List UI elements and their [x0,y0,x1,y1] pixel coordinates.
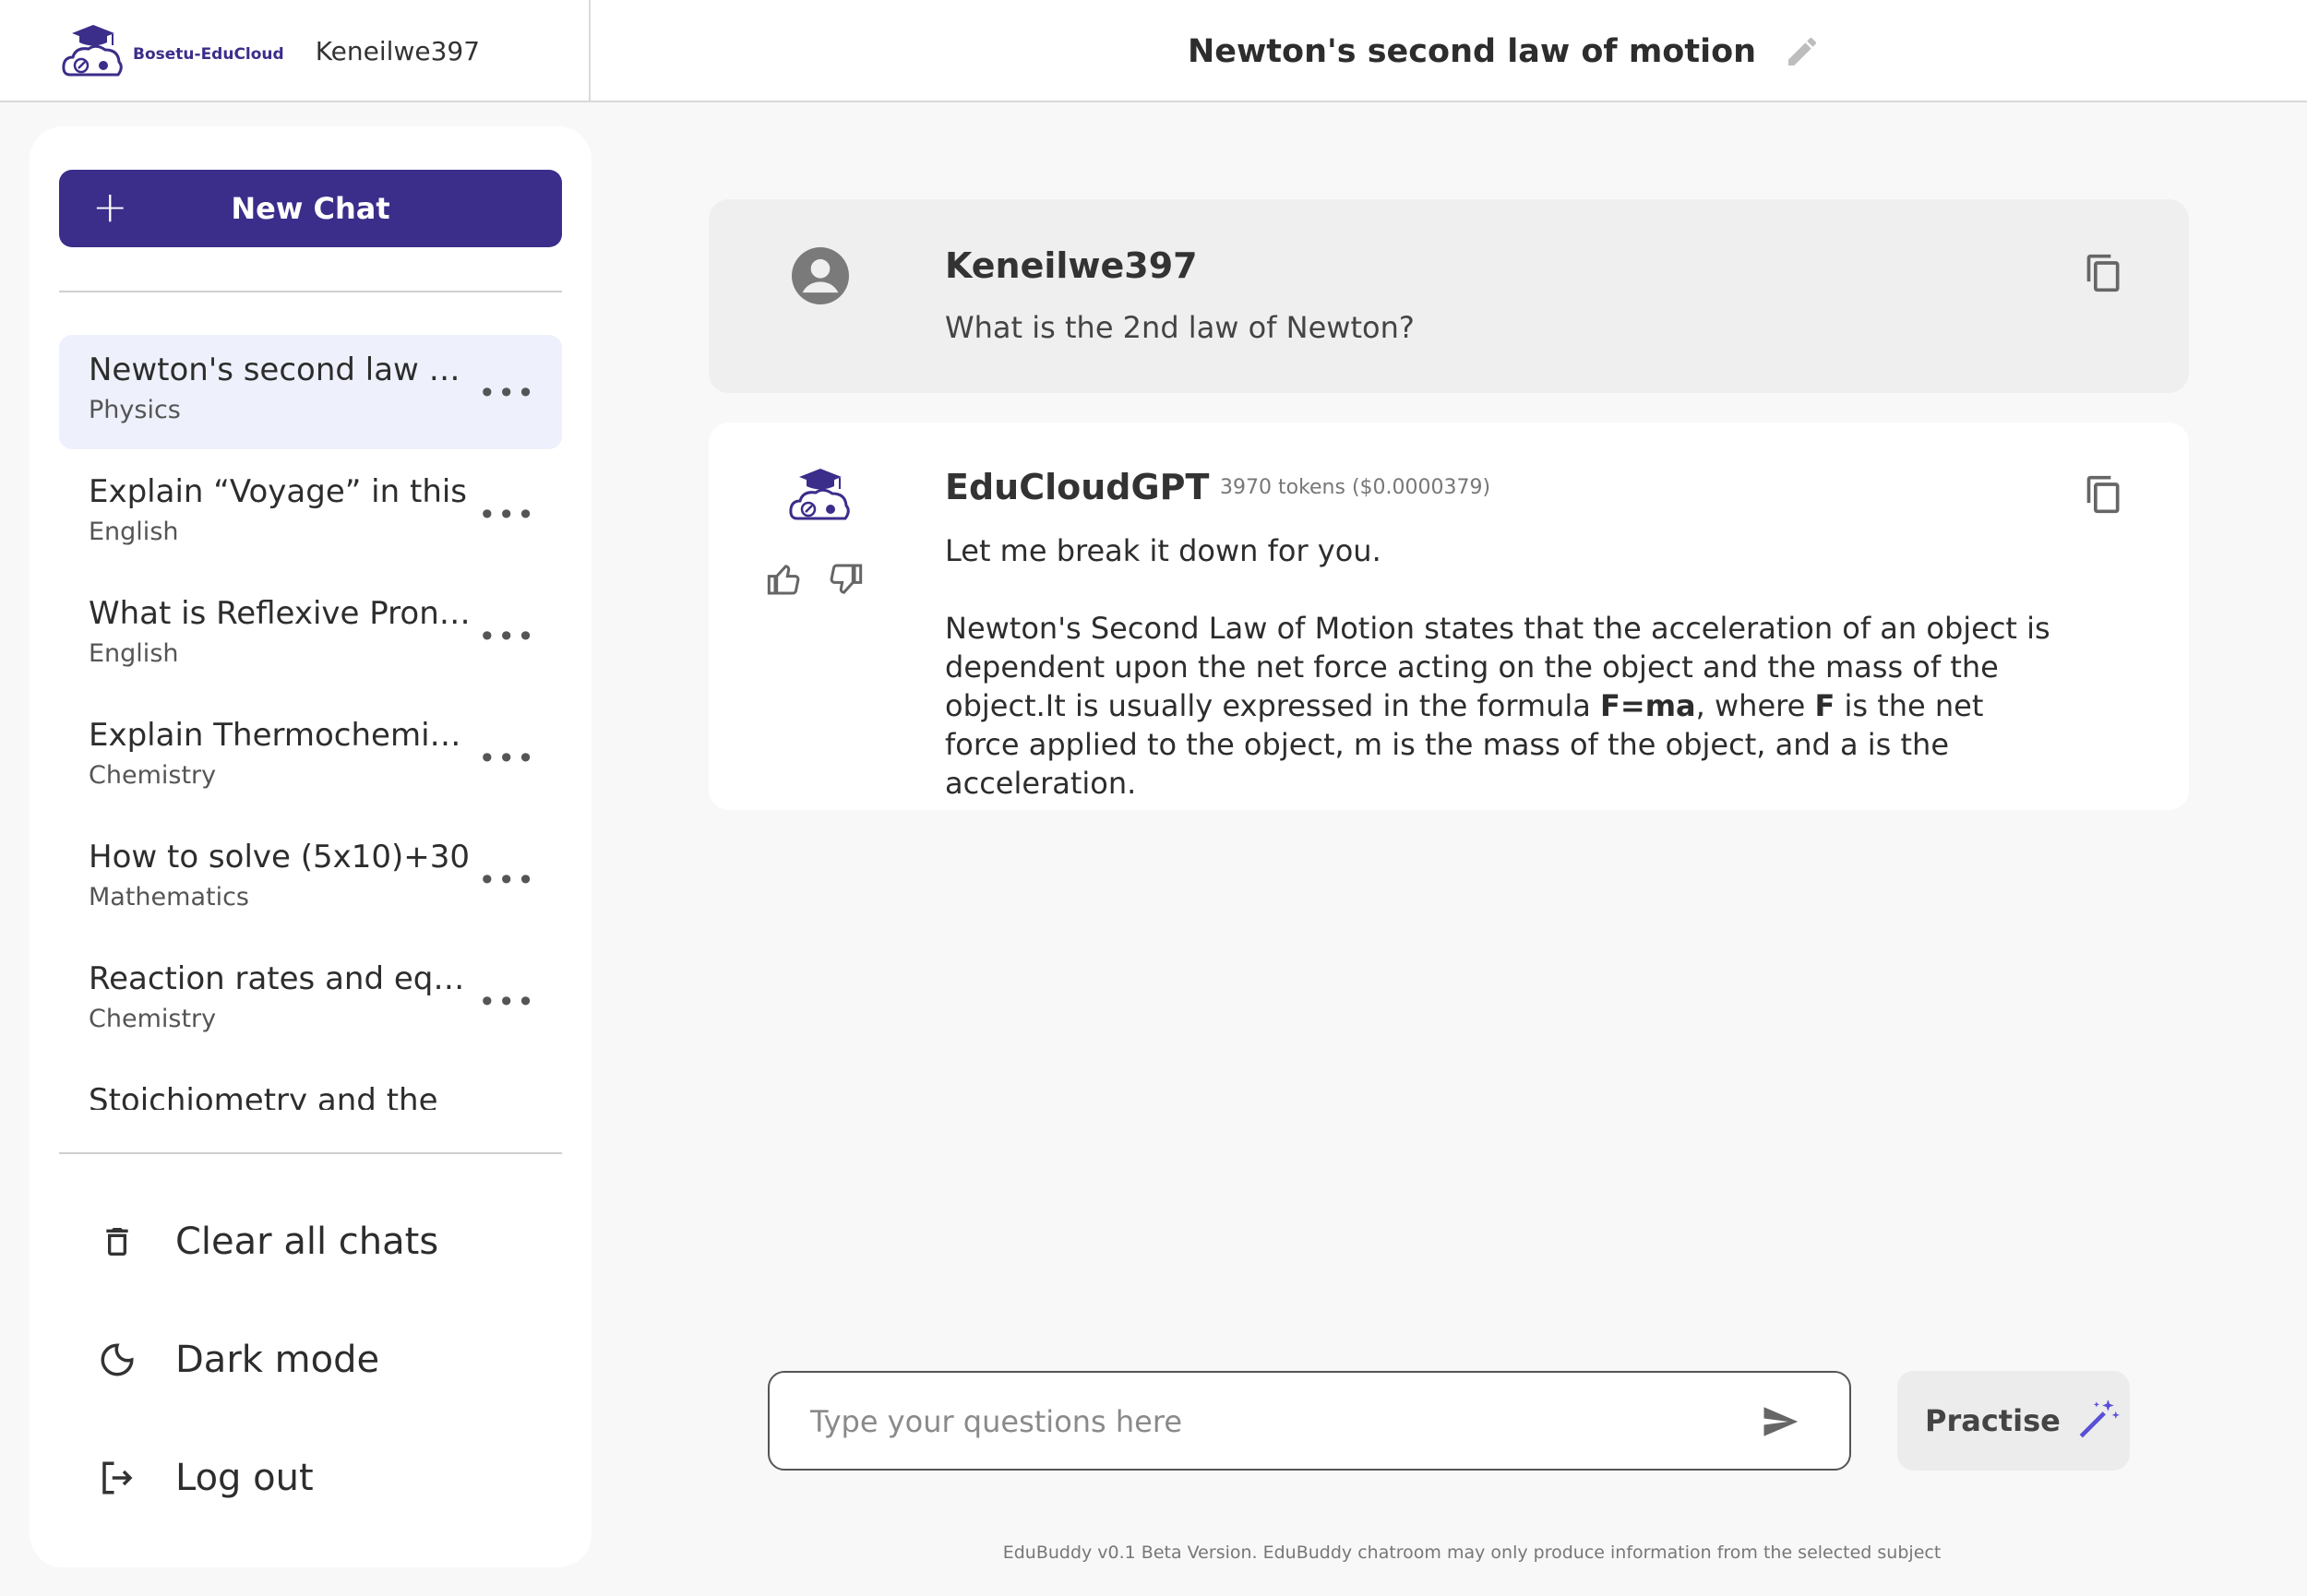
chat-history-list[interactable]: Newton's second law of motion Physics ••… [59,335,562,1110]
log-out-label: Log out [175,1457,314,1499]
new-chat-label: New Chat [231,191,390,226]
dark-mode-toggle[interactable]: Dark mode [94,1337,379,1383]
logout-icon [94,1455,140,1501]
message-author: EduCloudGPT [945,467,1210,507]
assistant-intro: Let me break it down for you. [945,533,1381,568]
copy-button[interactable] [2084,472,2124,520]
sidebar-divider [59,1152,562,1154]
chat-history-item[interactable]: Explain “Voyage” in this English ••• [59,457,562,571]
user-message-text: What is the 2nd law of Newton? [945,310,1415,345]
more-options-icon[interactable]: ••• [478,375,536,411]
user-avatar-icon [792,247,849,308]
thumbs-down-button[interactable] [827,561,864,601]
educloud-logo-icon [62,24,123,76]
assistant-explanation: Newton's Second Law of Motion states tha… [945,611,2050,801]
assistant-message-text: Let me break it down for you. Newton's S… [945,531,2052,841]
more-options-icon[interactable]: ••• [478,863,536,898]
plus-icon: + [92,182,128,232]
moon-icon [94,1337,140,1383]
chat-item-title: Explain “Voyage” in this [89,473,468,510]
chat-item-title: Explain Thermochemistry [89,717,476,754]
user-message: Keneilwe397 What is the 2nd law of Newto… [709,199,2189,393]
chat-title: Newton's second law of motion [1187,32,1757,70]
force-symbol: F [1814,688,1835,723]
header-brand-area: Bosetu-EduCloud Keneilwe397 [0,0,591,102]
app-logo[interactable]: Bosetu-EduCloud [61,21,284,82]
copy-button[interactable] [2084,251,2124,299]
dark-mode-label: Dark mode [175,1339,380,1381]
thumbs-up-button[interactable] [766,561,803,601]
clear-all-chats-label: Clear all chats [175,1221,439,1263]
chat-item-title: Reaction rates and equilibrium [89,960,476,997]
chat-title-area: Newton's second law of motion [591,0,2307,102]
chat-history-item[interactable]: Newton's second law of motion Physics ••… [59,335,562,449]
chat-history-item[interactable]: Explain Thermochemistry Chemistry ••• [59,700,562,815]
clear-all-chats-button[interactable]: Clear all chats [94,1219,438,1265]
chat-item-title: How to solve (5x10)+30 [89,839,471,875]
assistant-message: EduCloudGPT 3970 tokens ($0.0000379) Let… [709,423,2189,810]
send-icon [1763,1407,1799,1436]
thumbs-down-icon [830,564,863,594]
top-header: Bosetu-EduCloud Keneilwe397 Newton's sec… [0,0,2307,102]
header-username: Keneilwe397 [315,36,481,66]
chat-item-title: Newton's second law of motion [89,351,476,388]
feedback-buttons [766,561,864,601]
practise-button[interactable]: Practise [1897,1371,2130,1471]
chat-history-item[interactable]: What is Reflexive Pronouns English ••• [59,578,562,693]
question-input[interactable] [810,1399,1733,1445]
footer-disclaimer: EduBuddy v0.1 Beta Version. EduBuddy cha… [1002,1542,1942,1563]
sidebar-divider [59,291,562,292]
chat-history-item[interactable]: Stoichiometry and the [59,1066,562,1110]
trash-icon [94,1219,140,1265]
magic-wand-icon [2075,1396,2122,1446]
chat-history-item[interactable]: Reaction rates and equilibrium Chemistry… [59,944,562,1058]
more-options-icon[interactable]: ••• [478,741,536,776]
sidebar: + New Chat Newton's second law of motion… [30,126,592,1567]
chat-item-title: What is Reflexive Pronouns [89,595,476,632]
more-options-icon[interactable]: ••• [478,497,536,532]
formula: F=ma [1600,688,1696,723]
token-count: 3970 tokens ($0.0000379) [1220,476,1491,499]
chat-item-title: Stoichiometry and the [89,1082,438,1110]
more-options-icon[interactable]: ••• [478,984,536,1019]
send-button[interactable] [1759,1402,1801,1445]
question-input-box [768,1371,1851,1471]
new-chat-button[interactable]: + New Chat [59,170,562,247]
more-options-icon[interactable]: ••• [478,619,536,654]
message-author: Keneilwe397 [945,245,1198,286]
chat-history-item[interactable]: How to solve (5x10)+30 Mathematics ••• [59,822,562,936]
educloudgpt-avatar-icon [788,465,853,530]
copy-icon [2086,475,2120,514]
pencil-icon [1788,37,1817,66]
log-out-button[interactable]: Log out [94,1455,314,1501]
logo-text: Bosetu-EduCloud [133,44,284,64]
practise-label: Practise [1925,1403,2061,1438]
thumbs-up-icon [767,565,800,595]
copy-icon [2086,254,2120,292]
edit-title-button[interactable] [1784,33,1821,70]
